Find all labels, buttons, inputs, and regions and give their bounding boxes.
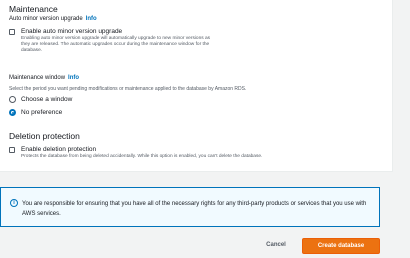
info-icon: i xyxy=(10,199,18,207)
deletion-protection-title: Deletion protection xyxy=(9,131,80,141)
info-link[interactable]: Info xyxy=(86,16,97,22)
radio-button[interactable] xyxy=(9,96,16,103)
auto-upgrade-desc-line2: they are released. The automatic upgrade… xyxy=(21,42,210,48)
maintenance-window-label: Maintenance window Info xyxy=(9,75,79,81)
deletion-protection-checkbox[interactable] xyxy=(9,147,15,153)
info-link[interactable]: Info xyxy=(68,75,79,81)
maintenance-title: Maintenance xyxy=(9,4,58,14)
auto-upgrade-desc-line3: database. xyxy=(21,48,43,54)
radio-no-preference[interactable]: No preference xyxy=(9,109,62,116)
cancel-button[interactable]: Cancel xyxy=(256,238,296,253)
auto-upgrade-checkbox[interactable] xyxy=(9,29,15,35)
create-database-button[interactable]: Create database xyxy=(302,238,380,254)
settings-panel: Maintenance Auto minor version upgrade In… xyxy=(0,0,393,172)
deletion-protection-label: Enable deletion protection xyxy=(21,146,97,153)
notice-text: You are responsible for ensuring that yo… xyxy=(22,201,367,217)
auto-upgrade-checkbox-label: Enable auto minor version upgrade xyxy=(21,28,123,35)
auto-upgrade-option[interactable]: Enable auto minor version upgrade Enabli… xyxy=(9,28,210,55)
radio-label: Choose a window xyxy=(21,96,73,103)
radio-label: No preference xyxy=(21,109,63,116)
maintenance-window-desc: Select the period you want pending modif… xyxy=(9,86,247,92)
radio-button-selected[interactable] xyxy=(9,109,16,116)
auto-upgrade-label: Auto minor version upgrade Info xyxy=(9,16,97,22)
deletion-protection-desc: Protects the database from being deleted… xyxy=(21,154,263,159)
radio-choose-window[interactable]: Choose a window xyxy=(9,96,72,103)
auto-upgrade-label-text: Auto minor version upgrade xyxy=(9,16,83,22)
responsibility-notice: i You are responsible for ensuring that … xyxy=(0,187,380,227)
maintenance-window-label-text: Maintenance window xyxy=(9,75,66,81)
deletion-protection-option[interactable]: Enable deletion protection Protects the … xyxy=(9,146,262,160)
